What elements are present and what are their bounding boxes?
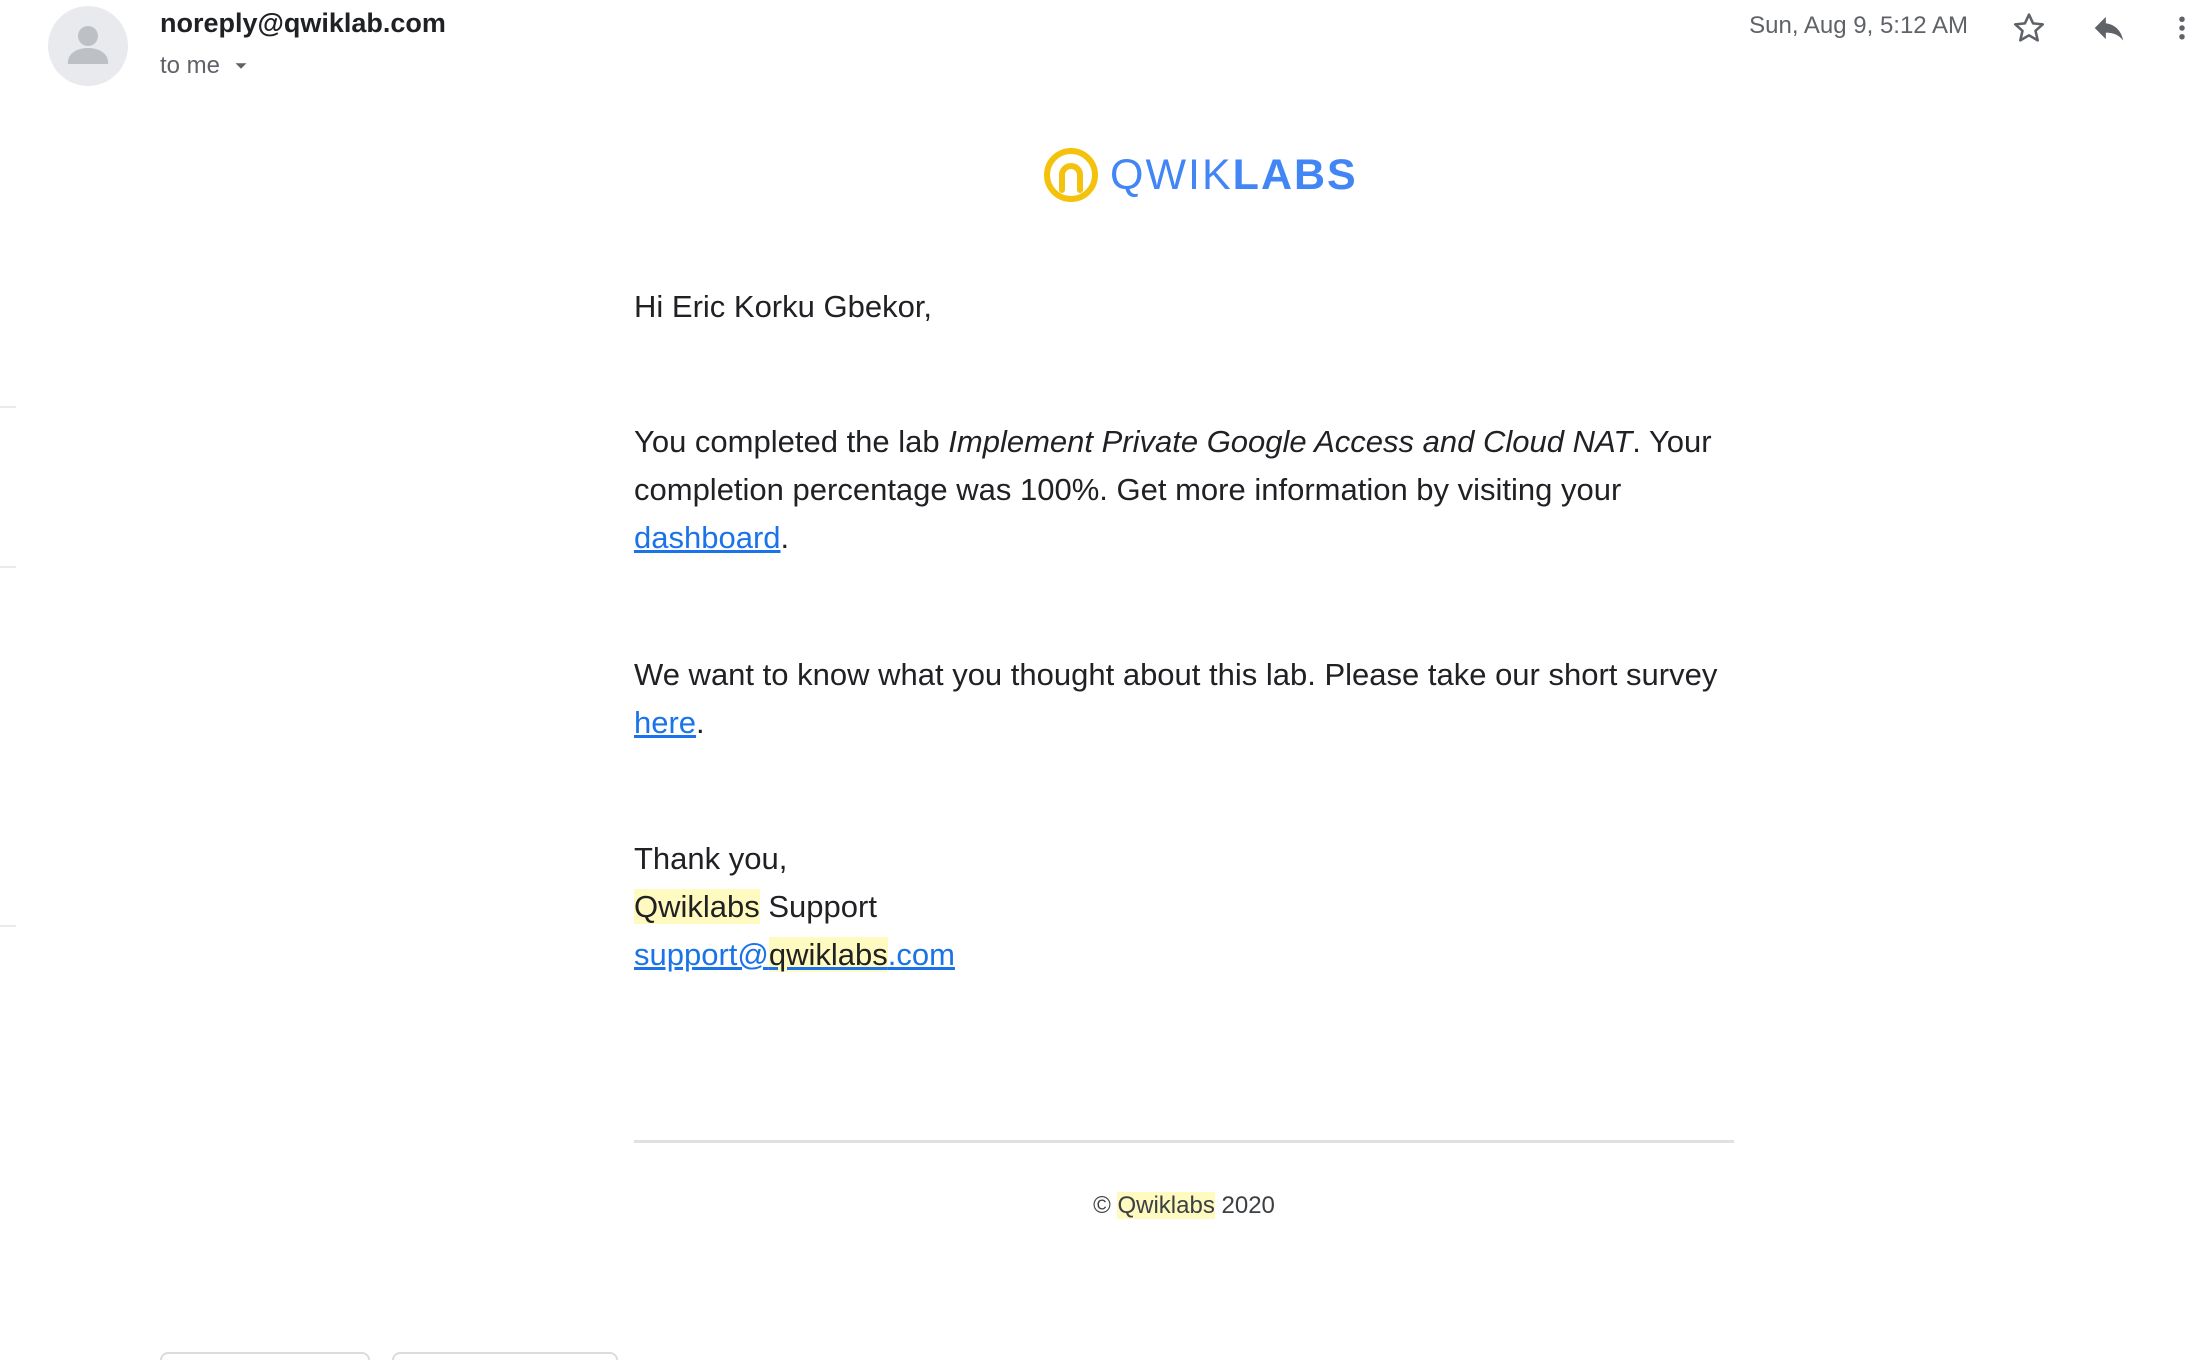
star-icon	[2013, 13, 2045, 42]
support-email-user: support@	[634, 937, 769, 972]
thanks-line: Thank you,	[634, 841, 788, 876]
logo-wordmark: QWIKLABS	[1110, 150, 1358, 199]
signature-brand: Qwiklabs	[634, 889, 760, 924]
more-vert-icon	[2179, 16, 2185, 40]
para2-end: .	[696, 705, 705, 740]
footer-brand: Qwiklabs	[1117, 1192, 1215, 1219]
more-options-button[interactable]	[2170, 4, 2194, 52]
person-icon	[68, 26, 108, 64]
edge-divider	[0, 406, 16, 408]
dashboard-link[interactable]: dashboard	[634, 520, 781, 555]
signature-block: Thank you, Qwiklabs Support support@qwik…	[634, 835, 1744, 979]
para1-text: You completed the lab	[634, 424, 949, 459]
survey-paragraph: We want to know what you thought about t…	[634, 651, 1744, 747]
para1-end: .	[780, 520, 790, 555]
email-view: noreply@qwiklab.com to me Sun, Aug 9, 5:…	[0, 0, 2194, 1360]
reply-icon	[2094, 16, 2124, 41]
lab-name: Implement Private Google Access and Clou…	[948, 424, 1633, 459]
edge-divider	[0, 925, 16, 927]
para2-text: We want to know what you thought about t…	[634, 657, 1718, 692]
support-email-domain: .com	[887, 937, 955, 972]
chevron-down-icon	[235, 63, 247, 69]
signature-line: Qwiklabs Support	[634, 883, 1744, 931]
footer-copyright: © Qwiklabs 2020	[634, 1192, 1734, 1220]
recipient-label: to me	[160, 52, 221, 79]
star-button[interactable]	[2005, 4, 2053, 52]
edge-divider	[0, 566, 16, 568]
completion-paragraph: You completed the lab Implement Private …	[634, 418, 1744, 562]
email-greeting: Hi Eric Korku Gbekor,	[634, 289, 933, 324]
footer-divider	[634, 1140, 1734, 1143]
footer-year: 2020	[1221, 1192, 1275, 1219]
qwiklabs-logo-icon	[1044, 148, 1098, 202]
sender-avatar[interactable]	[48, 6, 128, 86]
reply-action-button[interactable]	[160, 1352, 370, 1360]
logo-word-bold: LABS	[1232, 150, 1358, 199]
signature-team: Support	[759, 889, 877, 924]
sender-address: noreply@qwiklab.com	[160, 8, 446, 38]
support-email-link[interactable]: support@qwiklabs.com	[634, 937, 955, 972]
support-email-brand: qwiklabs	[768, 937, 888, 972]
reply-button[interactable]	[2085, 4, 2133, 52]
forward-action-button[interactable]	[392, 1352, 618, 1360]
qwiklabs-logo: QWIKLABS	[1042, 146, 1358, 204]
email-timestamp: Sun, Aug 9, 5:12 AM	[1749, 12, 1968, 39]
copyright-symbol: ©	[1093, 1192, 1111, 1219]
recipient-details-toggle[interactable]: to me	[160, 52, 252, 80]
survey-link[interactable]: here	[634, 705, 696, 740]
logo-word-light: QWIK	[1110, 150, 1233, 199]
